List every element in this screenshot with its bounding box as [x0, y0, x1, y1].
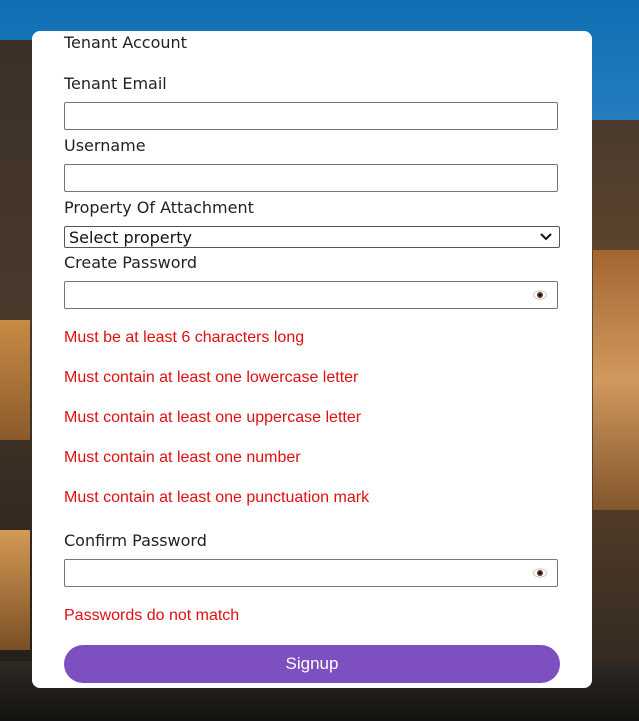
signup-card: Tenant Account Tenant Email Username Pro…: [32, 31, 592, 688]
password-rule-uppercase: Must contain at least one uppercase lett…: [64, 409, 362, 426]
username-field[interactable]: [64, 164, 558, 192]
eye-icon[interactable]: [533, 290, 547, 300]
username-label: Username: [64, 136, 146, 155]
confirm-password-error: Passwords do not match: [64, 607, 240, 624]
chevron-down-icon: [540, 233, 552, 241]
password-rule-number: Must contain at least one number: [64, 449, 301, 466]
form-title: Tenant Account: [64, 33, 187, 52]
tenant-email-field[interactable]: [64, 102, 558, 130]
create-password-label: Create Password: [64, 253, 197, 272]
property-label: Property Of Attachment: [64, 198, 254, 217]
password-rule-punctuation: Must contain at least one punctuation ma…: [64, 489, 370, 506]
property-select[interactable]: Select property: [64, 226, 560, 248]
create-password-field[interactable]: [64, 281, 558, 309]
password-rule-lowercase: Must contain at least one lowercase lett…: [64, 369, 359, 386]
eye-icon[interactable]: [533, 568, 547, 578]
property-select-value: Select property: [69, 228, 192, 247]
confirm-password-field[interactable]: [64, 559, 558, 587]
confirm-password-label: Confirm Password: [64, 531, 207, 550]
tenant-email-label: Tenant Email: [64, 74, 167, 93]
password-rule-length: Must be at least 6 characters long: [64, 329, 305, 346]
signup-button[interactable]: Signup: [64, 645, 560, 683]
